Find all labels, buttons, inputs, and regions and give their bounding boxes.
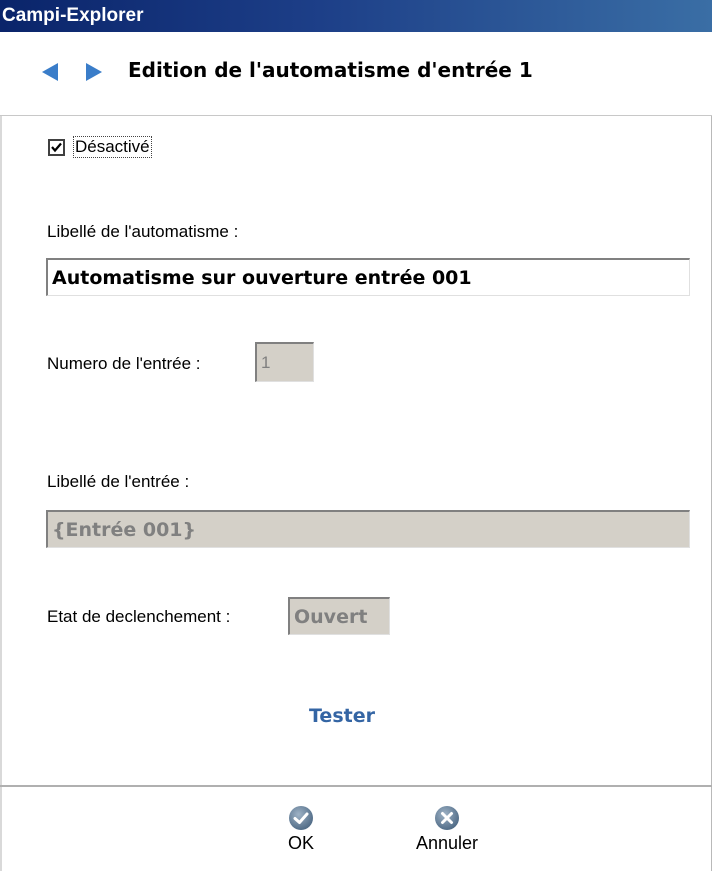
disabled-checkbox-label[interactable]: Désactivé <box>73 136 152 158</box>
close-circle-icon <box>435 806 459 830</box>
disabled-checkbox[interactable] <box>48 138 65 156</box>
libelle-entree-input-value: {Entrée 001} <box>52 518 197 541</box>
check-circle-icon <box>289 806 313 830</box>
automatisme-input-value: Automatisme sur ouverture entrée 001 <box>52 266 472 289</box>
ok-button-label: OK <box>287 833 314 853</box>
header-divider <box>0 115 712 116</box>
numero-input: 1 <box>255 342 314 382</box>
disabled-checkbox-row[interactable]: Désactivé <box>48 136 152 158</box>
etat-input-value: Ouvert <box>294 605 368 628</box>
cancel-button-label: Annuler <box>415 833 479 853</box>
arrow-right-icon[interactable] <box>84 62 104 87</box>
window-left-border <box>0 32 2 871</box>
ok-button[interactable]: OK <box>276 805 326 854</box>
libelle-entree-label: Libellé de l'entrée : <box>47 472 190 491</box>
checkmark-icon <box>51 142 62 152</box>
automatisme-input[interactable]: Automatisme sur ouverture entrée 001 <box>46 258 690 296</box>
page-title: Edition de l'automatisme d'entrée 1 <box>128 58 533 82</box>
tester-link[interactable]: Tester <box>309 705 375 727</box>
numero-input-value: 1 <box>261 352 271 372</box>
numero-label: Numero de l'entrée : <box>47 354 201 373</box>
libelle-entree-input: {Entrée 001} <box>46 510 690 548</box>
automatisme-label: Libellé de l'automatisme : <box>47 222 239 241</box>
etat-input: Ouvert <box>288 597 390 635</box>
arrow-left-icon[interactable] <box>40 62 60 87</box>
window-title: Campi-Explorer <box>0 0 712 32</box>
footer-divider <box>0 785 712 787</box>
cancel-button[interactable]: Annuler <box>402 805 492 854</box>
etat-label: Etat de declenchement : <box>47 607 231 626</box>
page-header: Edition de l'automatisme d'entrée 1 <box>0 32 712 116</box>
